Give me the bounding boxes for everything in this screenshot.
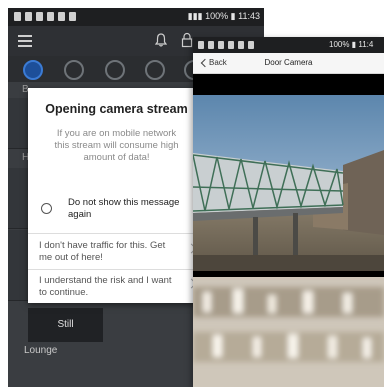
page-title: Door Camera	[264, 58, 313, 67]
signal-icon: ▮▮▮	[187, 11, 203, 21]
status-time: 11:43	[238, 11, 260, 21]
battery-level: 100%	[205, 11, 229, 21]
image-icon	[25, 12, 32, 21]
dont-show-radio[interactable]	[41, 203, 52, 214]
sim-icon	[47, 12, 54, 21]
letterbox-top	[193, 74, 384, 95]
background-blur-image	[193, 277, 384, 387]
image-icon	[208, 41, 214, 49]
scene-icon[interactable]	[105, 60, 125, 80]
dialog-message: If you are on mobile network this stream…	[54, 128, 179, 163]
usb-icon	[14, 12, 21, 21]
status-right: ▮▮▮ 100% ▮ 11:43	[188, 11, 260, 22]
battery-icon: ▮	[351, 40, 357, 49]
battery-level: 100%	[329, 40, 350, 49]
status-bar: ▮▮▮ 100% ▮ 11:43	[8, 8, 264, 26]
dont-show-label[interactable]: Do not show this message again	[68, 197, 198, 221]
bell-icon[interactable]	[155, 33, 167, 47]
nav-bar: Back Door Camera	[193, 53, 384, 74]
check-icon[interactable]	[145, 60, 165, 80]
favorites-icon[interactable]	[64, 60, 84, 80]
front-phone-screen: 100% ▮ 11:4 Back Door Camera	[193, 37, 384, 387]
camera-stream-image[interactable]	[193, 95, 384, 271]
menu-icon[interactable]	[18, 35, 32, 47]
accept-option-label: I understand the risk and I want to cont…	[39, 275, 172, 298]
room-label: Lounge	[24, 345, 58, 356]
divider	[28, 233, 205, 234]
usb-icon	[198, 41, 204, 49]
download-icon	[238, 41, 244, 49]
decline-option[interactable]: I don't have traffic for this. Get me ou…	[28, 235, 205, 269]
media-icon	[248, 41, 254, 49]
still-tile[interactable]: Still	[28, 308, 103, 342]
status-time: 11:4	[358, 40, 374, 49]
media-icon	[69, 12, 76, 21]
mail-icon	[218, 41, 224, 49]
data-warning-dialog: Opening camera stream If you are on mobi…	[28, 88, 205, 303]
decline-option-label: I don't have traffic for this. Get me ou…	[39, 240, 166, 263]
mail-icon	[36, 12, 43, 21]
status-bar: 100% ▮ 11:4	[193, 37, 384, 53]
sim-icon	[228, 41, 234, 49]
dialog-title: Opening camera stream	[45, 102, 188, 116]
download-icon	[58, 12, 65, 21]
accept-option[interactable]: I understand the risk and I want to cont…	[28, 270, 205, 304]
lock-icon[interactable]	[181, 32, 193, 48]
status-right: 100% ▮ 11:4	[329, 40, 373, 49]
home-icon[interactable]	[23, 60, 43, 80]
battery-icon: ▮	[230, 11, 236, 21]
